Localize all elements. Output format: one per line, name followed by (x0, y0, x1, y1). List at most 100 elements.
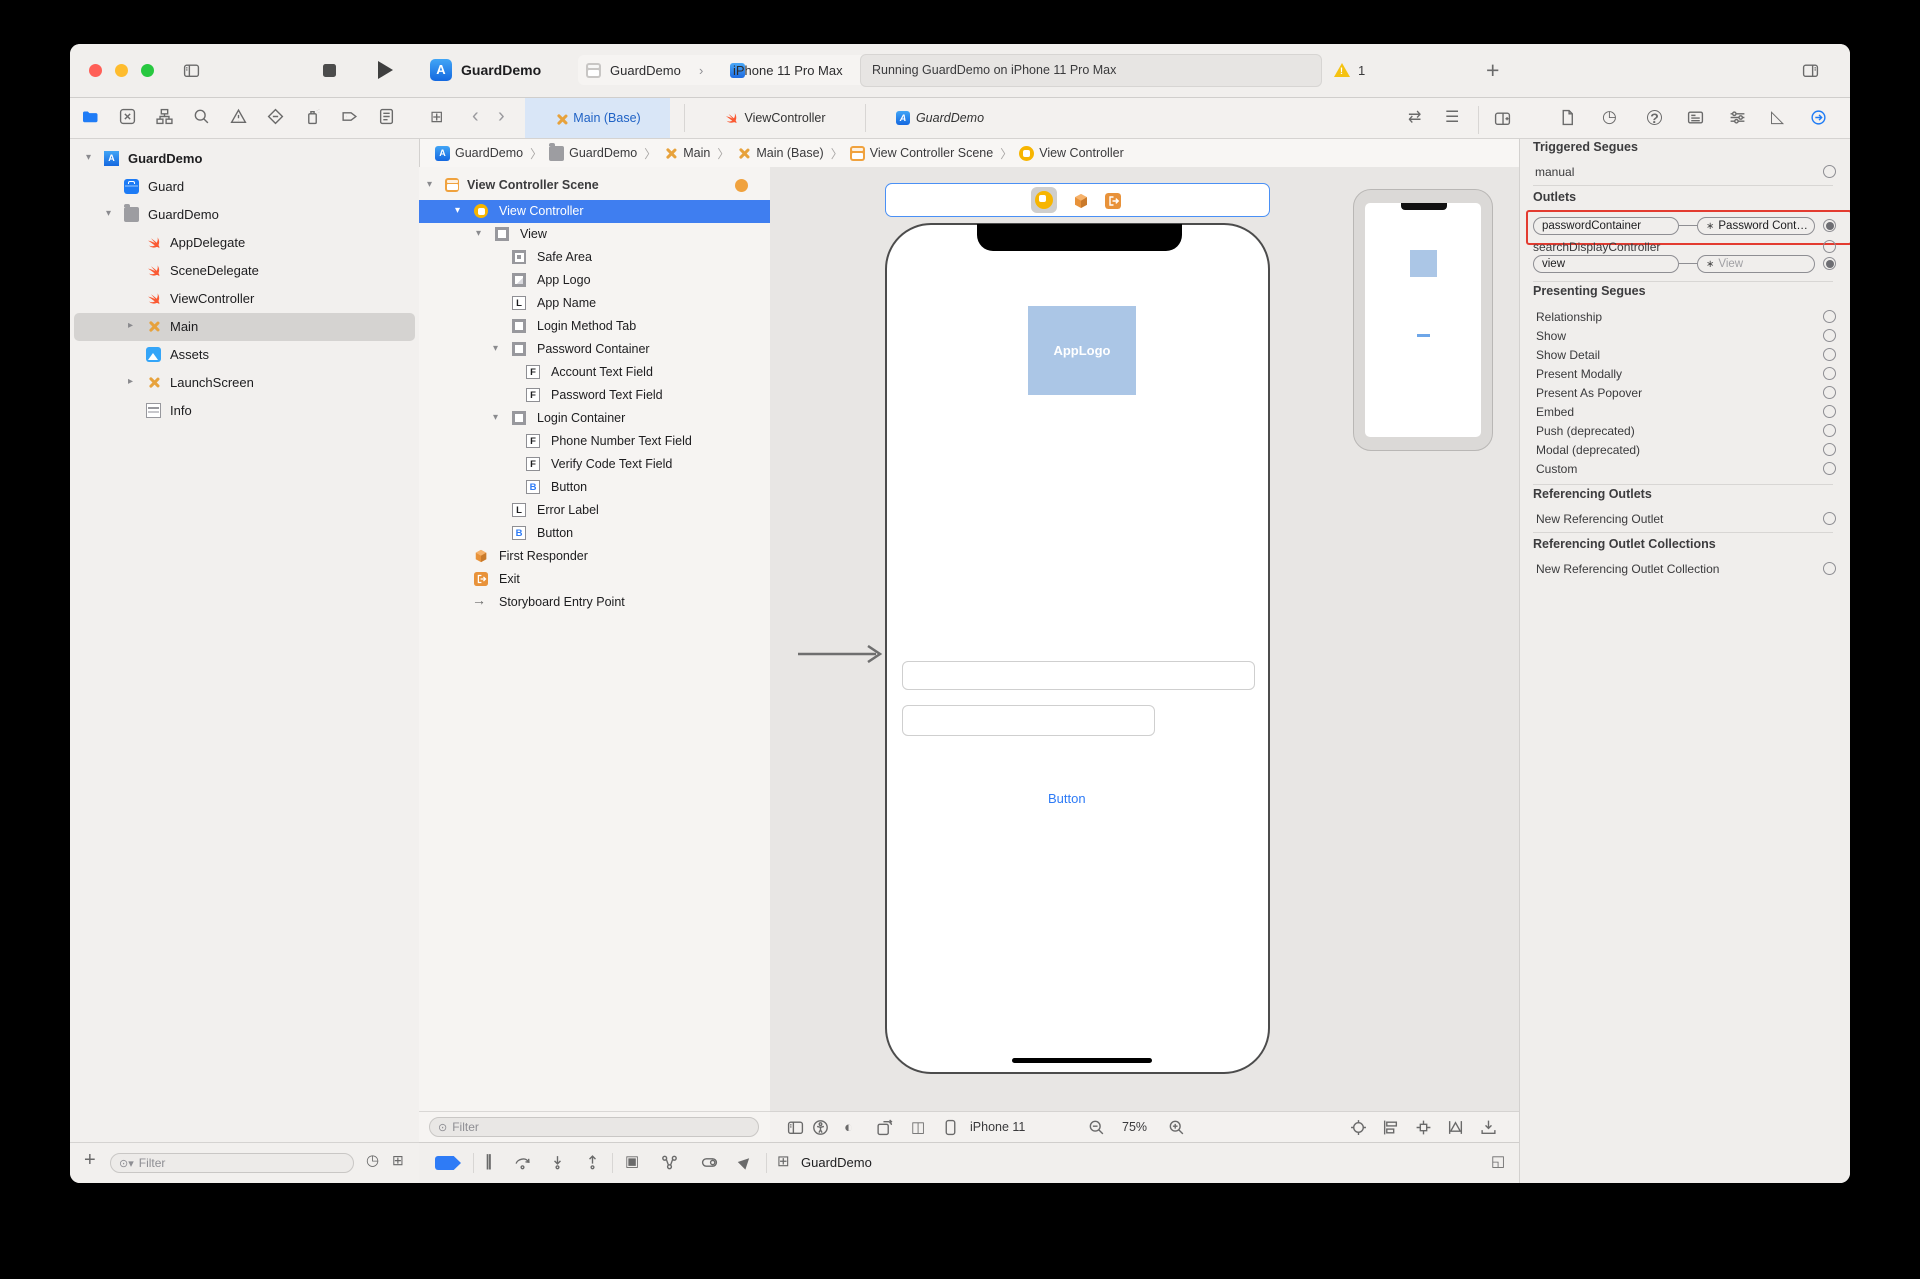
navigator-row[interactable]: Guard (70, 173, 419, 201)
file-inspector-icon[interactable] (1559, 109, 1576, 126)
chevron-down-icon[interactable]: ▾ (86, 152, 91, 163)
step-out-icon[interactable] (584, 1154, 601, 1171)
source-control-navigator-icon[interactable] (119, 108, 136, 125)
toggle-inspector-icon[interactable] (1802, 62, 1819, 79)
connection-well[interactable] (1823, 386, 1836, 399)
align-icon[interactable] (1382, 1119, 1399, 1136)
breadcrumb-group[interactable]: GuardDemo (549, 142, 637, 161)
connection-well[interactable] (1823, 367, 1836, 380)
environment-overrides-icon[interactable] (701, 1154, 718, 1171)
outline-row[interactable]: B Button (419, 522, 770, 545)
quick-help-inspector-icon[interactable]: ? (1647, 110, 1662, 126)
connections-inspector-icon[interactable] (1810, 109, 1827, 126)
breakpoints-toggle[interactable] (435, 1156, 461, 1170)
back-button[interactable]: ‹ (472, 106, 479, 126)
chevron-down-icon[interactable]: ▾ (493, 343, 498, 354)
outline-row[interactable]: L App Name (419, 292, 770, 315)
account-text-field[interactable] (902, 661, 1255, 690)
warning-icon[interactable] (1334, 63, 1350, 77)
chevron-down-icon[interactable]: ▾ (493, 412, 498, 423)
outline-scene-header[interactable]: ▾ View Controller Scene (419, 174, 770, 197)
connection-well[interactable] (1823, 165, 1836, 178)
find-navigator-icon[interactable] (193, 108, 210, 125)
connection-well[interactable] (1823, 562, 1836, 575)
step-over-icon[interactable] (514, 1154, 531, 1171)
chevron-down-icon[interactable]: ▾ (427, 179, 432, 190)
outline-row[interactable]: F Password Text Field (419, 384, 770, 407)
iphone-device-frame[interactable]: AppLogo Button (885, 223, 1270, 1074)
toggle-navigator-icon[interactable] (183, 62, 200, 79)
appearance-toggle-icon[interactable]: ◐ (844, 1120, 853, 1135)
zoom-out-icon[interactable] (1088, 1119, 1105, 1136)
editor-grid-icon[interactable]: ⊞ (430, 110, 443, 126)
outlet-pill-view[interactable]: view (1533, 255, 1679, 273)
view-hierarchy-icon[interactable]: ▣ (625, 1154, 639, 1169)
swap-editor-icon[interactable]: ⇄ (1408, 110, 1421, 126)
navigator-filter-field[interactable]: ⊙▾ Filter (110, 1153, 354, 1173)
connection-well[interactable] (1823, 240, 1836, 253)
outlet-target-pill[interactable]: ∗ Password Cont… (1697, 217, 1815, 235)
breakpoint-navigator-icon[interactable] (341, 108, 358, 125)
outline-row[interactable]: First Responder (419, 545, 770, 568)
chevron-right-icon[interactable]: ▸ (128, 376, 133, 387)
device-icon[interactable] (942, 1119, 959, 1136)
outline-row[interactable]: Safe Area (419, 246, 770, 269)
connection-well[interactable] (1823, 310, 1836, 323)
add-editor-icon[interactable] (1494, 110, 1511, 127)
stop-button[interactable] (323, 64, 336, 77)
storyboard-canvas[interactable]: AppLogo Button (770, 167, 1519, 1111)
outline-row[interactable]: F Account Text Field (419, 361, 770, 384)
split-view-icon[interactable]: ◫ (911, 1120, 925, 1135)
scheme-project-label[interactable]: GuardDemo (610, 63, 681, 78)
zoom-level-label[interactable]: 75% (1122, 1120, 1147, 1134)
add-file-button[interactable]: + (84, 1150, 96, 1170)
scm-status-filter-icon[interactable]: ⊞ (392, 1153, 404, 1167)
outline-row[interactable]: B Button (419, 476, 770, 499)
navigator-row[interactable]: ▾ GuardDemo (70, 201, 419, 229)
navigator-row[interactable]: Info (70, 397, 419, 425)
zoom-window-button[interactable] (141, 64, 154, 77)
entry-point-arrow[interactable] (798, 645, 890, 663)
hide-document-outline-icon[interactable] (787, 1119, 804, 1136)
outline-row[interactable]: → Storyboard Entry Point (419, 591, 770, 614)
outlet-target-pill[interactable]: ∗ View (1697, 255, 1815, 273)
outline-row[interactable]: F Phone Number Text Field (419, 430, 770, 453)
outline-row[interactable]: ▾ View (419, 223, 770, 246)
scene-dock-button[interactable] (735, 179, 748, 192)
navigator-row[interactable]: Assets (70, 341, 419, 369)
navigator-row[interactable]: AppDelegate (70, 229, 419, 257)
password-text-field[interactable] (902, 705, 1155, 736)
issue-navigator-icon[interactable] (230, 108, 247, 125)
connection-well[interactable] (1823, 443, 1836, 456)
forward-button[interactable]: › (498, 106, 505, 126)
chevron-down-icon[interactable]: ▾ (476, 228, 481, 239)
connection-well-filled[interactable] (1823, 219, 1836, 232)
size-inspector-icon[interactable]: ◺ (1771, 108, 1784, 125)
connection-well[interactable] (1823, 462, 1836, 475)
update-frames-icon[interactable] (1480, 1119, 1497, 1136)
exit-dock-icon[interactable] (1105, 193, 1121, 209)
breadcrumb-main-base[interactable]: Main (Base) (736, 146, 823, 161)
orientation-icon[interactable] (876, 1119, 893, 1136)
navigator-row[interactable]: ViewController (70, 285, 419, 313)
breadcrumb-viewcontroller[interactable]: View Controller (1019, 145, 1124, 161)
preview-device[interactable] (1353, 189, 1493, 451)
step-into-icon[interactable] (549, 1154, 566, 1171)
outline-row[interactable]: Exit (419, 568, 770, 591)
outline-row[interactable]: ▾ Password Container (419, 338, 770, 361)
first-responder-dock-icon[interactable] (1073, 193, 1089, 209)
chevron-down-icon[interactable]: ▾ (106, 208, 111, 219)
connection-well-filled[interactable] (1823, 257, 1836, 270)
minimize-window-button[interactable] (115, 64, 128, 77)
outline-filter-field[interactable]: ⊙ Filter (429, 1117, 759, 1137)
chevron-right-icon[interactable]: ▸ (128, 320, 133, 331)
navigator-row[interactable]: ▾ A GuardDemo (70, 145, 419, 173)
console-toggle-icon[interactable]: ◱ (1491, 1154, 1505, 1169)
disconnect-icon[interactable]: ∗ (1706, 221, 1714, 232)
disconnect-icon[interactable]: ∗ (1706, 259, 1714, 270)
outline-row[interactable]: F Verify Code Text Field (419, 453, 770, 476)
app-logo-view[interactable]: AppLogo (1028, 306, 1136, 395)
symbol-navigator-icon[interactable] (156, 108, 173, 125)
add-constraints-icon[interactable] (1415, 1119, 1432, 1136)
scheme-device-label[interactable]: iPhone 11 Pro Max (733, 63, 843, 78)
